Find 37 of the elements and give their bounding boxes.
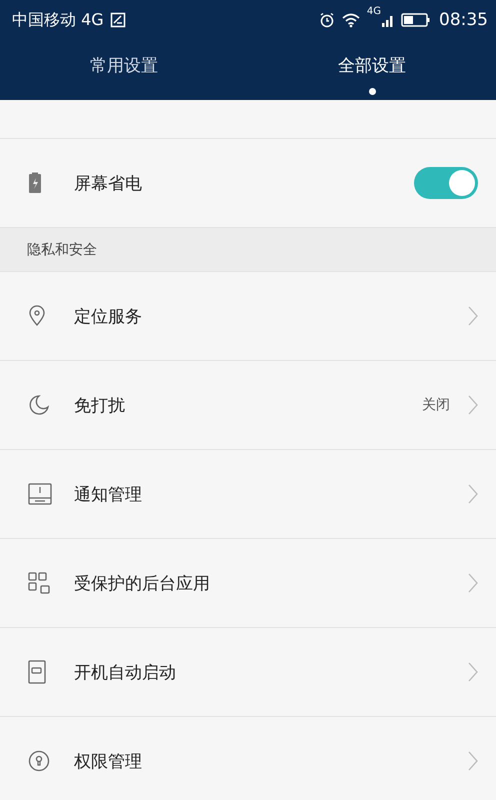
settings-row[interactable]: 免打扰 关闭 [0, 361, 496, 450]
carrier-text: 中国移动 4G [12, 10, 104, 30]
section-header: 隐私和安全 [0, 228, 496, 272]
row-label: 免打扰 [74, 394, 125, 416]
row-label: 权限管理 [74, 750, 142, 772]
notification-panel-icon [28, 483, 52, 505]
keyhole-icon [28, 750, 50, 772]
settings-row[interactable]: 权限管理 [0, 717, 496, 800]
location-pin-icon [28, 305, 46, 327]
row-label: 定位服务 [74, 306, 142, 328]
settings-row[interactable]: 通知管理 [0, 450, 496, 539]
row-label: 受保护的后台应用 [74, 572, 210, 594]
moon-icon [28, 394, 50, 416]
tab-indicator [368, 88, 376, 95]
image-icon [110, 12, 126, 28]
chevron-icon [468, 306, 478, 326]
toggle-switch[interactable] [414, 167, 478, 199]
settings-row[interactable]: 开机自动启动 [0, 628, 496, 717]
chevron-icon [468, 395, 478, 415]
row-value: 关闭 [422, 396, 450, 414]
tab[interactable]: 全部设置 [338, 54, 406, 77]
chevron-icon [468, 751, 478, 771]
battery-icon [28, 172, 42, 194]
settings-row[interactable]: 受保护的后台应用 [0, 539, 496, 628]
clock-time: 08:35 [439, 10, 488, 30]
row-label: 开机自动启动 [74, 662, 176, 684]
battery-icon [401, 12, 431, 28]
signal-label: 4G [366, 6, 381, 17]
wifi-icon [340, 12, 361, 28]
chevron-icon [468, 662, 478, 682]
row-label: 通知管理 [74, 484, 142, 506]
alarm-icon [318, 12, 335, 28]
chevron-icon [468, 484, 478, 504]
settings-row[interactable]: 定位服务 [0, 272, 496, 361]
row-label: 屏幕省电 [74, 172, 142, 194]
tab[interactable]: 常用设置 [90, 54, 158, 77]
chevron-icon [468, 573, 478, 593]
